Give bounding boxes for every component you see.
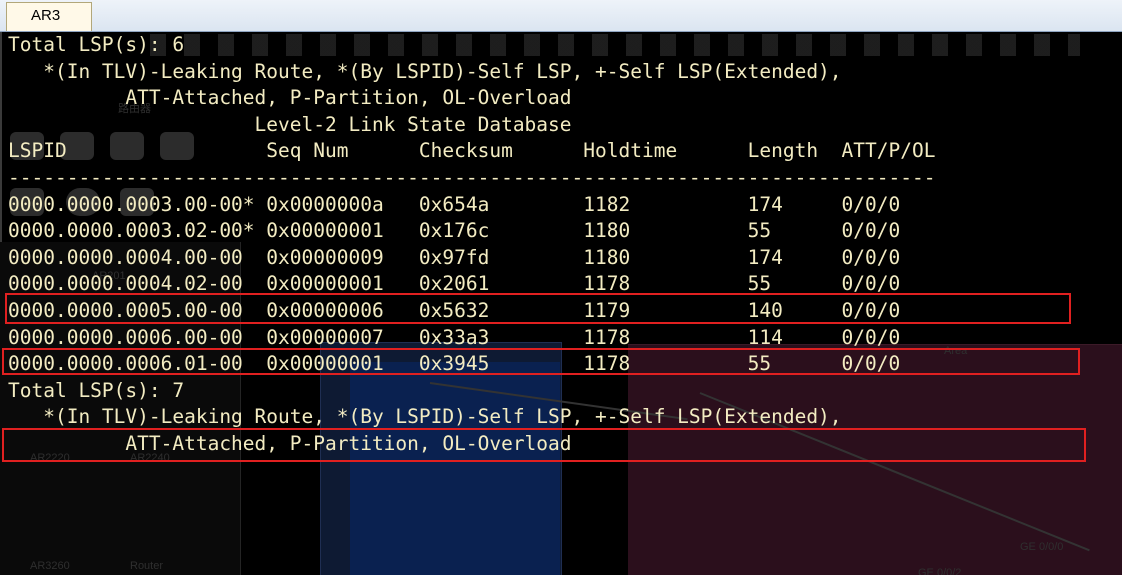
terminal-line: *(In TLV)-Leaking Route, *(By LSPID)-Sel… [8, 405, 842, 429]
highlight-box [2, 428, 1086, 462]
terminal-line: ATT-Attached, P-Partition, OL-Overload [8, 86, 572, 110]
background-label-ar3260: AR3260 [30, 560, 70, 572]
terminal-line: *(In TLV)-Leaking Route, *(By LSPID)-Sel… [8, 59, 842, 83]
terminal-console[interactable]: AR201 AR2220 AR2240 AR3260 Router Area G… [0, 32, 1122, 575]
table-separator: ----------------------------------------… [8, 165, 936, 189]
terminal-line: Total LSP(s): 6 [8, 33, 185, 56]
table-header: LSPID Seq Num Checksum Holdtime Length A… [8, 139, 936, 163]
table-row: 0000.0000.0004.00-00 0x00000009 0x97fd 1… [8, 245, 901, 269]
terminal-line: Total LSP(s): 7 [8, 378, 185, 402]
terminal-output: Total LSP(s): 6 *(In TLV)-Leaking Route,… [8, 32, 935, 458]
background-label-router: Router [130, 560, 164, 572]
background-label-ge2: GE 0/0/2 [918, 567, 962, 575]
highlight-box [5, 293, 1071, 324]
tab-ar3[interactable]: AR3 [6, 2, 92, 31]
highlight-box [2, 348, 1080, 375]
table-row: 0000.0000.0003.00-00* 0x0000000a 0x654a … [8, 192, 901, 216]
database-title: Level-2 Link State Database [8, 112, 572, 136]
table-row: 0000.0000.0003.02-00* 0x00000001 0x176c … [8, 219, 901, 243]
tab-bar: AR3 [0, 0, 1122, 32]
background-label-ge: GE 0/0/0 [1020, 541, 1064, 553]
